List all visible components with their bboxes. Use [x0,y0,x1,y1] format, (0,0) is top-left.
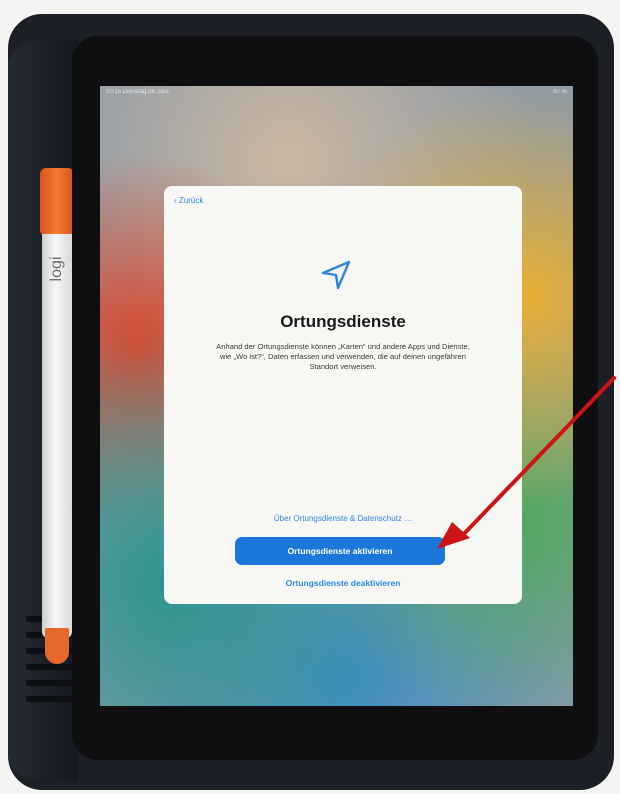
disable-location-button[interactable]: Ortungsdienste deaktivieren [164,578,522,588]
status-time: 10:15 Dienstag 28. Dez. [106,89,171,95]
tablet-screen: 10:15 Dienstag 28. Dez. 97 % ‹ Zurück Or… [100,86,573,706]
stylus-brand: logi [48,256,65,282]
status-battery: 97 % [553,89,567,95]
dialog-description: Anhand der Ortungsdienste können „Karten… [216,342,470,371]
grip-ridge [26,664,78,670]
back-button[interactable]: ‹ Zurück [174,196,203,205]
stylus-cap [40,168,74,234]
grip-ridge [26,680,78,686]
privacy-info-link[interactable]: Über Ortungsdienste & Datenschutz … [164,514,522,523]
stylus-body [42,228,72,638]
enable-location-button[interactable]: Ortungsdienste aktivieren [235,537,445,565]
grip-ridge [26,696,78,702]
location-arrow-icon [321,260,351,290]
location-services-dialog: ‹ Zurück Ortungsdienste Anhand der Ortun… [164,186,522,604]
dialog-title: Ortungsdienste [280,312,406,331]
stylus-tip [45,628,69,664]
